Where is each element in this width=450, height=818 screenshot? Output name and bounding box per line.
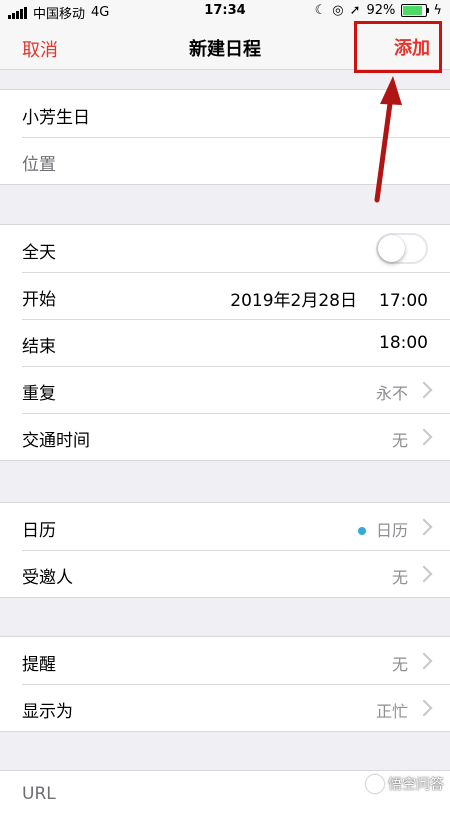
- all-day-label: 全天: [22, 243, 56, 263]
- alerts-group: 提醒 无 显示为 正忙: [0, 636, 450, 732]
- alert-row[interactable]: 提醒 无: [0, 637, 450, 684]
- repeat-label: 重复: [22, 384, 56, 404]
- status-right: ☾ ◎ ➚ 92% ϟ: [315, 3, 442, 18]
- chevron-right-icon: [415, 518, 433, 536]
- moon-icon: ☾: [314, 3, 327, 18]
- start-row[interactable]: 开始 2019年2月28日 17:00: [0, 272, 450, 319]
- chevron-right-icon: [415, 699, 433, 717]
- wukong-logo-icon: [366, 775, 384, 793]
- end-time[interactable]: 18:00: [379, 333, 428, 353]
- watermark: 悟空问答: [366, 774, 444, 794]
- alert-label: 提醒: [22, 655, 56, 675]
- toggle-knob: [378, 235, 405, 262]
- time-group: 全天 开始 2019年2月28日 17:00 结束 18:00 重复 永不 交通时…: [0, 224, 450, 461]
- battery-icon: [401, 4, 430, 17]
- show-as-value: 正忙: [375, 702, 408, 721]
- start-label: 开始: [22, 290, 56, 310]
- orientation-lock-icon: ◎: [332, 3, 344, 18]
- end-row[interactable]: 结束 18:00: [0, 319, 450, 366]
- repeat-row[interactable]: 重复 永不: [0, 366, 450, 413]
- calendar-name: 日历: [375, 521, 408, 540]
- calendar-color-dot: [357, 527, 366, 535]
- chevron-right-icon: [415, 381, 433, 399]
- url-input[interactable]: URL: [22, 784, 56, 804]
- chevron-right-icon: [415, 428, 433, 446]
- chevron-right-icon: [415, 652, 433, 670]
- show-as-row[interactable]: 显示为 正忙: [0, 684, 450, 731]
- location-icon: ➚: [349, 3, 361, 18]
- calendar-group: 日历 日历 受邀人 无: [0, 502, 450, 598]
- show-as-label: 显示为: [22, 702, 73, 722]
- location-input[interactable]: 位置: [22, 150, 56, 175]
- repeat-value: 永不: [375, 384, 408, 403]
- title-row[interactable]: 小芳生日: [0, 90, 450, 137]
- event-title-input[interactable]: 小芳生日: [22, 103, 90, 128]
- add-button-highlight-box: [354, 21, 442, 73]
- all-day-toggle[interactable]: [376, 233, 428, 264]
- start-datetime[interactable]: 2019年2月28日 17:00: [230, 286, 428, 311]
- alert-value: 无: [391, 655, 408, 674]
- location-row[interactable]: 位置: [0, 137, 450, 184]
- battery-percent: 92%: [366, 3, 396, 18]
- calendar-label: 日历: [22, 521, 56, 541]
- travel-time-value: 无: [391, 431, 408, 450]
- title-location-group: 小芳生日 位置: [0, 89, 450, 185]
- calendar-value: 日历: [357, 517, 408, 541]
- status-bar: 中国移动 4G 17:34 ☾ ◎ ➚ 92% ϟ: [0, 0, 450, 22]
- watermark-text: 悟空问答: [388, 777, 444, 793]
- travel-time-row[interactable]: 交通时间 无: [0, 413, 450, 460]
- invitees-label: 受邀人: [22, 568, 73, 588]
- start-time: 17:00: [379, 291, 428, 311]
- all-day-row: 全天: [0, 225, 450, 272]
- end-label: 结束: [22, 337, 56, 357]
- charging-icon: ϟ: [433, 3, 442, 18]
- travel-time-label: 交通时间: [22, 431, 90, 451]
- chevron-right-icon: [415, 565, 433, 583]
- invitees-value: 无: [391, 568, 408, 587]
- invitees-row[interactable]: 受邀人 无: [0, 550, 450, 597]
- calendar-row[interactable]: 日历 日历: [0, 503, 450, 550]
- start-date: 2019年2月28日: [230, 291, 357, 311]
